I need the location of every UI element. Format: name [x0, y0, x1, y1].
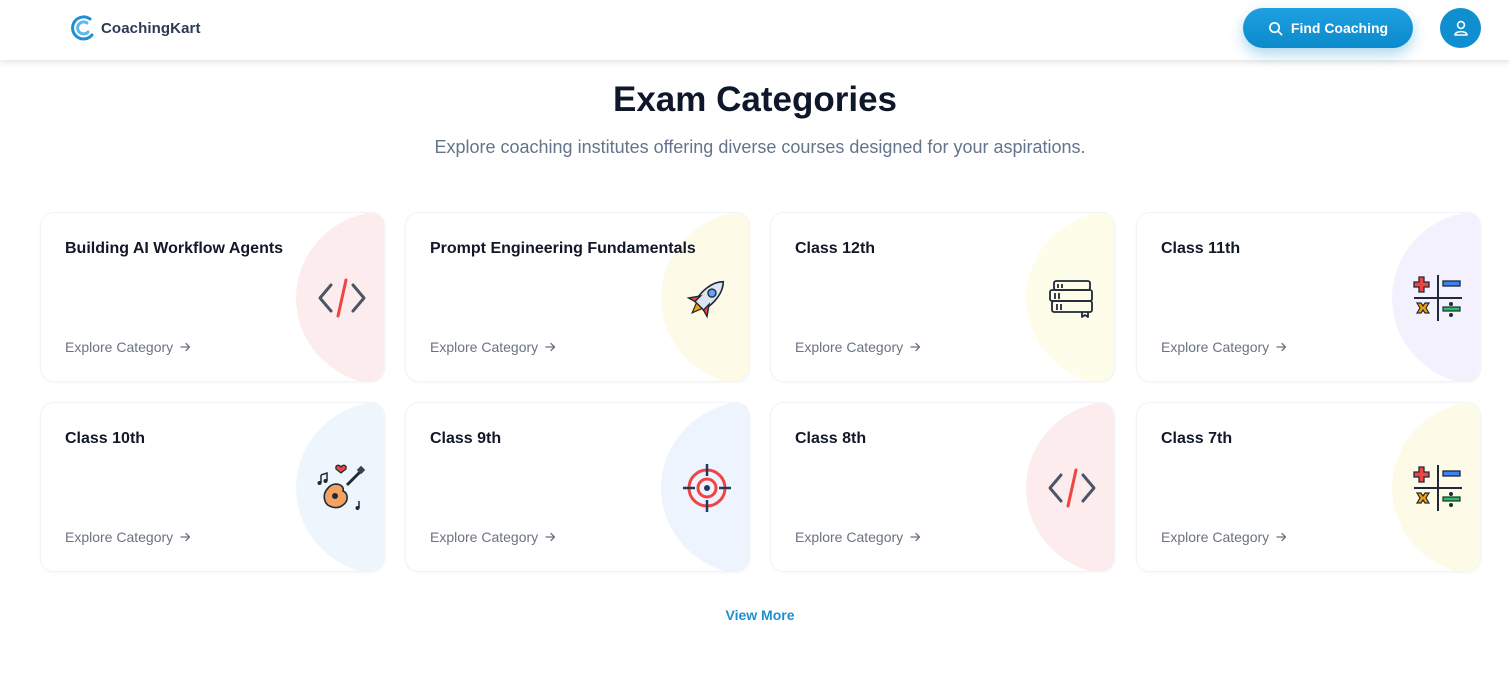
logo-text: CoachingKart: [101, 19, 201, 37]
target-icon: [674, 455, 740, 521]
arrow-right-icon: [910, 532, 921, 542]
explore-category-link[interactable]: Explore Category: [1161, 339, 1287, 355]
find-coaching-label: Find Coaching: [1290, 20, 1389, 36]
explore-category-label: Explore Category: [1161, 339, 1270, 355]
find-coaching-button[interactable]: Find Coaching: [1243, 8, 1413, 48]
arrow-right-icon: [545, 532, 556, 542]
math-symbols-icon: [1405, 265, 1471, 331]
explore-category-link[interactable]: Explore Category: [795, 339, 921, 355]
explore-category-label: Explore Category: [65, 339, 174, 355]
explore-category-link[interactable]: Explore Category: [430, 529, 556, 545]
category-card[interactable]: Class 8th Explore Category: [770, 402, 1115, 572]
explore-category-link[interactable]: Explore Category: [1161, 529, 1287, 545]
explore-category-link[interactable]: Explore Category: [430, 339, 556, 355]
explore-category-label: Explore Category: [795, 529, 904, 545]
explore-category-label: Explore Category: [1161, 529, 1270, 545]
explore-category-label: Explore Category: [430, 529, 539, 545]
arrow-right-icon: [1276, 532, 1287, 542]
category-title: Class 9th: [430, 430, 502, 447]
arrow-right-icon: [180, 342, 191, 352]
category-title: Class 10th: [65, 430, 146, 447]
category-title: Class 8th: [795, 430, 867, 447]
category-title: Prompt Engineering Fundamentals: [430, 240, 696, 257]
code-icon: [309, 265, 375, 331]
arrow-right-icon: [910, 342, 921, 352]
explore-category-label: Explore Category: [795, 339, 904, 355]
arrow-right-icon: [180, 532, 191, 542]
explore-category-link[interactable]: Explore Category: [65, 339, 191, 355]
category-title: Class 12th: [795, 240, 876, 257]
code-icon: [1039, 455, 1105, 521]
top-header: CoachingKart Find Coaching: [0, 0, 1510, 60]
category-card[interactable]: Class 10th Explore Category: [40, 402, 385, 572]
explore-category-label: Explore Category: [430, 339, 539, 355]
logo[interactable]: CoachingKart: [67, 13, 201, 43]
category-title: Class 7th: [1161, 430, 1233, 447]
category-card[interactable]: Class 12th Explore Category: [770, 212, 1115, 382]
arrow-right-icon: [545, 342, 556, 352]
arrow-right-icon: [1276, 342, 1287, 352]
category-card[interactable]: Class 9th Explore Category: [405, 402, 750, 572]
logo-icon: [71, 15, 94, 41]
math-symbols-icon: [1405, 455, 1471, 521]
page-subtitle: Explore coaching institutes offering div…: [434, 137, 1086, 157]
page-title: Exam Categories: [612, 80, 898, 119]
explore-category-label: Explore Category: [65, 529, 174, 545]
guitar-icon: [309, 455, 375, 521]
category-card[interactable]: Class 7th Explore Category: [1136, 402, 1481, 572]
category-title: Building AI Workflow Agents: [65, 240, 284, 257]
search-icon: [1268, 21, 1283, 35]
explore-category-link[interactable]: Explore Category: [65, 529, 191, 545]
category-card[interactable]: Prompt Engineering Fundamentals Explore …: [405, 212, 750, 382]
user-icon: [1453, 20, 1468, 36]
rocket-icon: [674, 265, 740, 331]
category-title: Class 11th: [1161, 240, 1241, 257]
view-more-link[interactable]: View More: [0, 607, 1510, 623]
explore-category-link[interactable]: Explore Category: [795, 529, 921, 545]
category-card[interactable]: Building AI Workflow Agents Explore Cate…: [40, 212, 385, 382]
books-icon: [1039, 265, 1105, 331]
category-card[interactable]: Class 11th Explore Category: [1136, 212, 1481, 382]
user-avatar-button[interactable]: [1440, 8, 1481, 48]
